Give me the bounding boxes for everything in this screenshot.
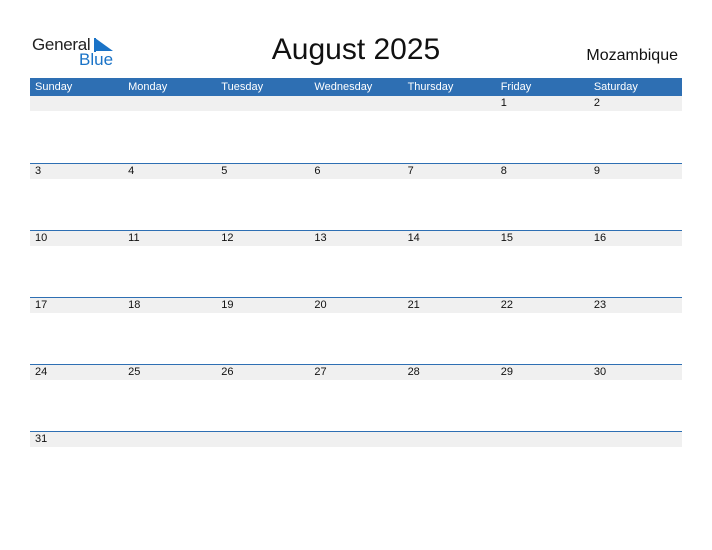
calendar-grid: Sunday Monday Tuesday Wednesday Thursday… xyxy=(30,78,682,498)
weekday-saturday: Saturday xyxy=(593,81,638,93)
weekday-friday: Friday xyxy=(500,81,532,93)
week-row: 24 25 26 27 28 29 30 xyxy=(30,364,682,431)
day-cell xyxy=(309,96,402,111)
day-cell xyxy=(403,96,496,111)
day-cell: 31 xyxy=(35,433,48,445)
day-cell xyxy=(123,96,216,111)
date-strip: 17 18 19 20 21 22 23 xyxy=(30,298,682,313)
day-cell: 12 xyxy=(221,232,234,244)
date-strip: 10 11 12 13 14 15 16 xyxy=(30,231,682,246)
day-cell: 30 xyxy=(593,366,607,378)
day-cell: 1 xyxy=(500,97,507,109)
day-cell: 11 xyxy=(128,232,140,244)
day-cell: 22 xyxy=(500,299,513,311)
day-cell xyxy=(496,432,589,447)
day-cell: 16 xyxy=(593,232,607,244)
week-row: 17 18 19 20 21 22 23 xyxy=(30,297,682,364)
day-cell xyxy=(123,432,216,447)
day-cell: 15 xyxy=(500,232,513,244)
date-strip: 31 xyxy=(30,432,682,447)
day-cell xyxy=(589,432,682,447)
weekday-monday: Monday xyxy=(128,81,168,93)
day-cell: 7 xyxy=(407,165,414,177)
day-cell xyxy=(403,432,496,447)
day-cell: 8 xyxy=(500,165,507,177)
day-cell: 27 xyxy=(314,366,327,378)
day-cell: 4 xyxy=(128,165,135,177)
week-row: 3 4 5 6 7 8 9 xyxy=(30,163,682,230)
day-cell: 13 xyxy=(314,232,327,244)
day-cell: 17 xyxy=(35,299,48,311)
day-cell: 19 xyxy=(221,299,234,311)
day-cell xyxy=(216,432,309,447)
day-cell: 14 xyxy=(407,232,420,244)
weekday-thursday: Thursday xyxy=(407,81,454,93)
weekday-tuesday: Tuesday xyxy=(221,81,264,93)
weekday-wednesday: Wednesday xyxy=(314,81,373,93)
day-cell xyxy=(30,96,123,111)
day-cell xyxy=(216,96,309,111)
day-cell: 2 xyxy=(593,97,600,109)
day-cell: 24 xyxy=(35,366,48,378)
day-cell: 29 xyxy=(500,366,513,378)
day-cell: 6 xyxy=(314,165,321,177)
day-cell: 28 xyxy=(407,366,420,378)
weekday-header: Sunday Monday Tuesday Wednesday Thursday… xyxy=(30,78,682,96)
date-strip: 24 25 26 27 28 29 30 xyxy=(30,365,682,380)
day-cell: 18 xyxy=(128,299,141,311)
weekday-sunday: Sunday xyxy=(35,81,73,93)
day-cell xyxy=(309,432,402,447)
week-row: 31 xyxy=(30,431,682,498)
week-row: 12 xyxy=(30,96,682,163)
day-cell: 10 xyxy=(35,232,48,244)
weeks-container: 1 2 3 4 5 6 7 8 9 10 11 12 13 14 15 16 17 18 19 20 21 22 23 24 2… xyxy=(30,96,682,498)
day-cell: 23 xyxy=(593,299,607,311)
country-label: Mozambique xyxy=(586,47,678,64)
day-cell: 9 xyxy=(593,165,600,177)
day-cell: 3 xyxy=(35,165,42,177)
day-cell: 26 xyxy=(221,366,234,378)
day-cell: 5 xyxy=(221,165,228,177)
day-cell: 20 xyxy=(314,299,327,311)
date-strip: 3 4 5 6 7 8 9 xyxy=(30,164,682,179)
day-cell: 25 xyxy=(128,366,141,378)
day-cell: 21 xyxy=(407,299,420,311)
week-row: 10 11 12 13 14 15 16 xyxy=(30,230,682,297)
date-strip: 12 xyxy=(30,96,682,111)
